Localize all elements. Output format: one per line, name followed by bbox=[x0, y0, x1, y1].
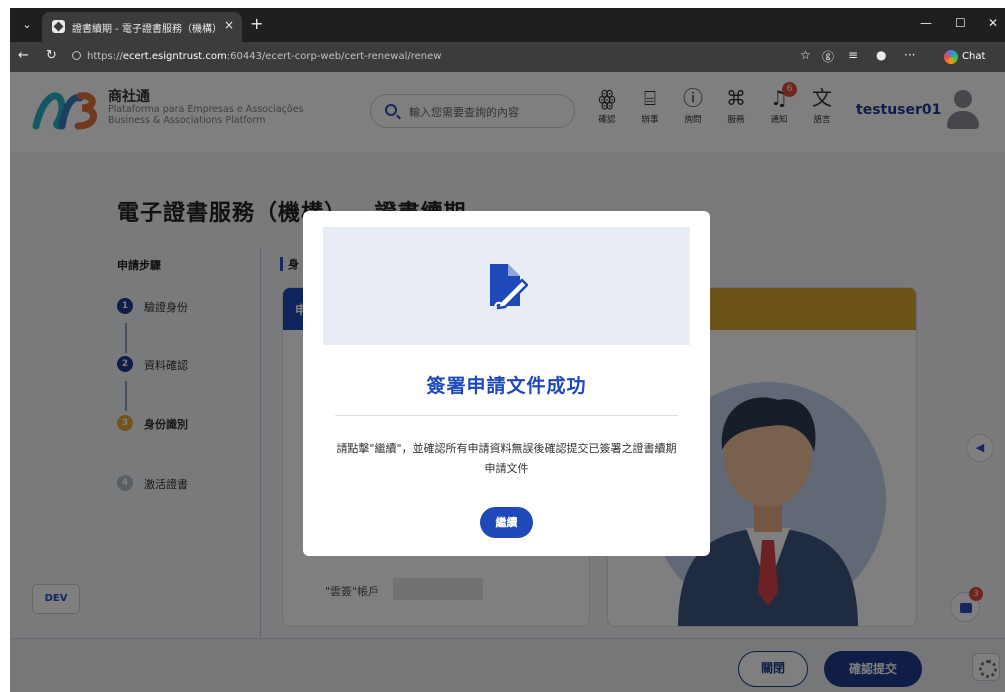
site-info-icon[interactable] bbox=[72, 51, 81, 60]
tab-search-icon[interactable]: ⌄ bbox=[16, 16, 38, 34]
dialog-title: 簽署申請文件成功 bbox=[426, 375, 587, 397]
dialog-divider bbox=[335, 415, 678, 416]
web-page: 商社通 Plataforma para Empresas e Associaçõ… bbox=[10, 72, 1005, 692]
extension-icon[interactable]: ⓖ bbox=[822, 48, 834, 65]
tab-title: 證書續期 - 電子證書服務（機構） bbox=[72, 24, 222, 35]
browser-window: ⌄ 證書續期 - 電子證書服務（機構） × + — ☐ ✕ ← ↻ https:… bbox=[10, 8, 1005, 692]
site-favicon-icon bbox=[52, 20, 65, 33]
chat-label: Chat bbox=[962, 51, 986, 62]
tab-close-icon[interactable]: × bbox=[224, 18, 234, 32]
continue-button[interactable]: 繼續 bbox=[480, 507, 533, 538]
dialog-banner bbox=[323, 227, 690, 345]
maximize-icon[interactable]: ☐ bbox=[955, 16, 966, 30]
back-icon[interactable]: ← bbox=[18, 48, 29, 63]
more-menu-icon[interactable]: ··· bbox=[904, 48, 915, 62]
signed-document-icon bbox=[490, 264, 528, 310]
url-prefix: https:// bbox=[87, 51, 123, 62]
browser-tab[interactable]: 證書續期 - 電子證書服務（機構） × bbox=[42, 12, 242, 42]
reload-icon[interactable]: ↻ bbox=[46, 48, 57, 63]
bookmark-star-icon[interactable]: ☆ bbox=[800, 48, 811, 62]
minimize-icon[interactable]: — bbox=[920, 16, 932, 30]
copilot-icon[interactable]: ● bbox=[876, 48, 886, 62]
dialog-message: 請點擊"繼續"，並確認所有申請資料無誤後確認提交已簽署之證書續期申請文件 bbox=[336, 442, 677, 475]
window-close-icon[interactable]: ✕ bbox=[988, 16, 998, 30]
address-bar: ← ↻ https://ecert.esigntrust.com:60443/e… bbox=[10, 42, 1005, 72]
url-field[interactable]: https://ecert.esigntrust.com:60443/ecert… bbox=[72, 47, 792, 67]
new-tab-icon[interactable]: + bbox=[250, 14, 263, 33]
favorites-icon[interactable]: ≡ bbox=[848, 48, 858, 62]
tab-strip: ⌄ 證書續期 - 電子證書服務（機構） × + — ☐ ✕ bbox=[10, 8, 1005, 42]
success-dialog: 簽署申請文件成功 請點擊"繼續"，並確認所有申請資料無誤後確認提交已簽署之證書續… bbox=[303, 211, 710, 556]
url-path: :60443/ecert-corp-web/cert-renewal/renew bbox=[226, 51, 442, 62]
url-host: ecert.esigntrust.com bbox=[122, 51, 227, 62]
chat-button[interactable]: Chat bbox=[940, 47, 991, 67]
